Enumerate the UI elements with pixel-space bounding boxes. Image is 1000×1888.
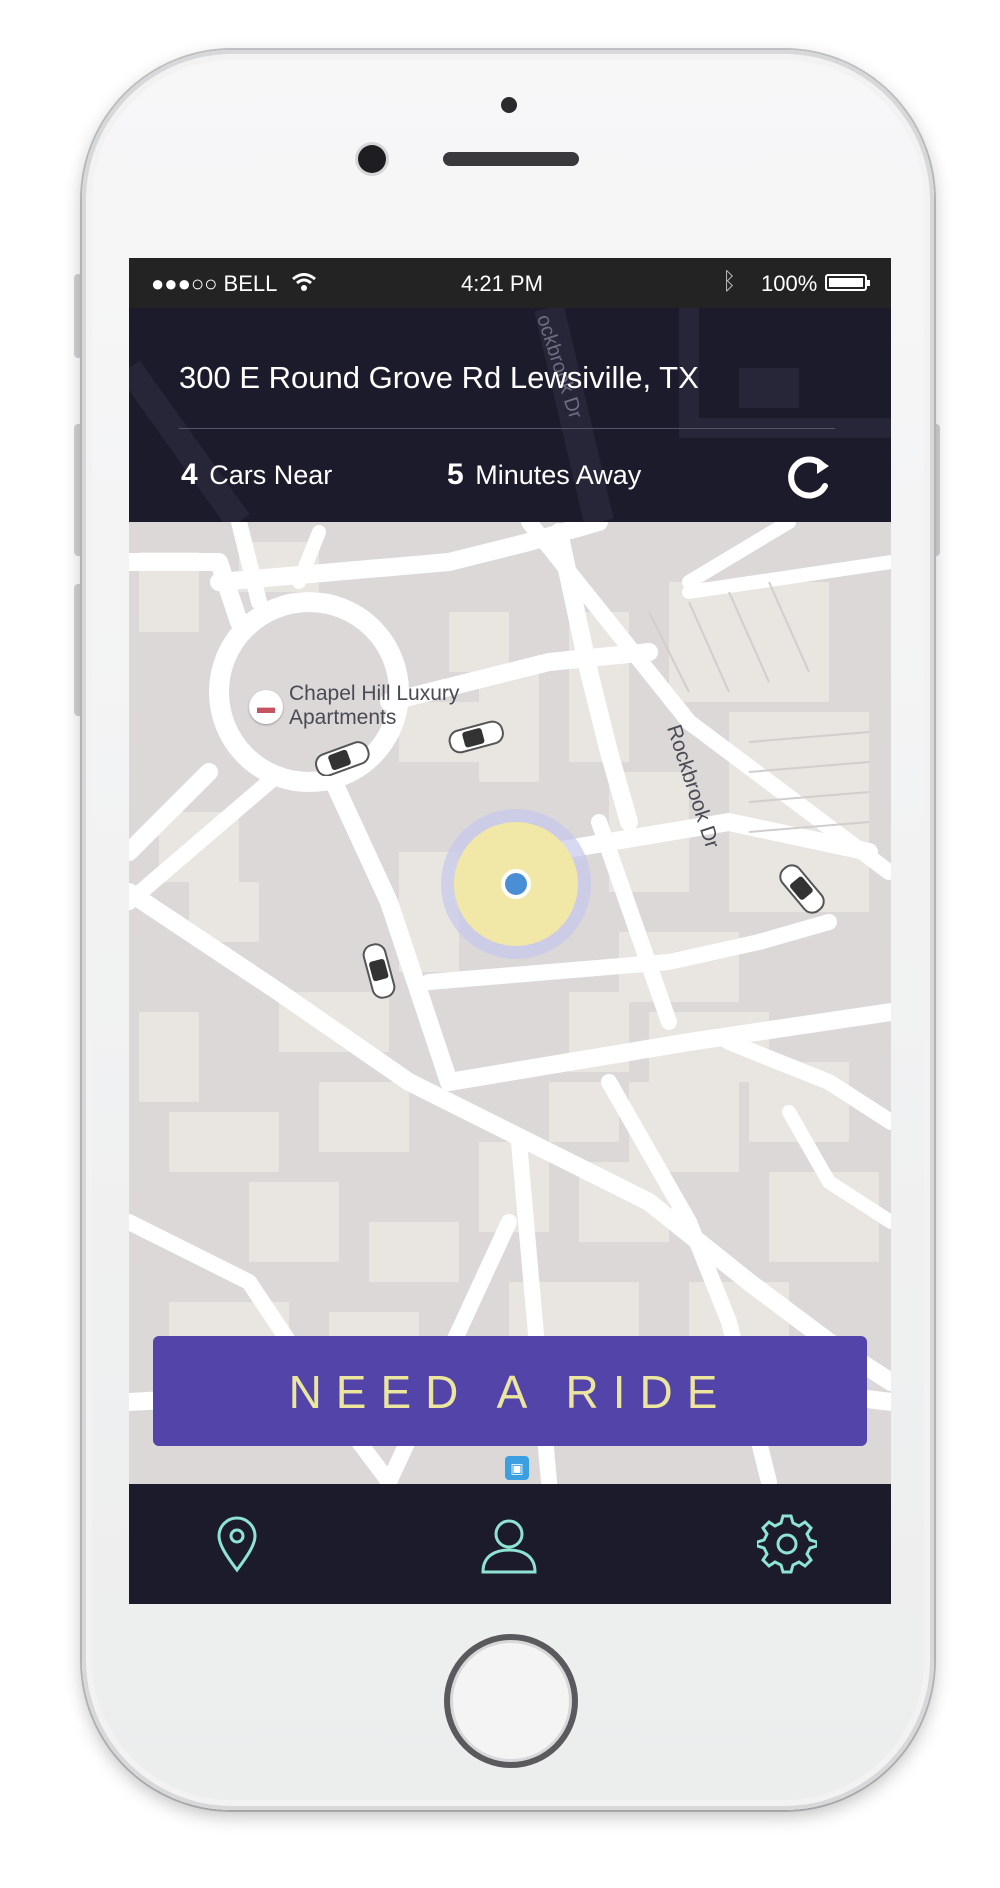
minutes-count: 5	[447, 458, 464, 491]
car-icon[interactable]	[359, 940, 399, 1002]
eta-stat: 5 Minutes Away	[447, 458, 641, 492]
wifi-icon	[292, 273, 316, 291]
user-icon[interactable]	[479, 1514, 539, 1574]
bus-stop-icon[interactable]: ▣	[505, 1456, 529, 1480]
user-location-dot	[505, 873, 527, 895]
trip-header: ockbrook Dr 300 E Round Grove Rd Lewsivi…	[129, 308, 891, 522]
clock: 4:21 PM	[461, 271, 543, 296]
poi-label[interactable]: Chapel Hill Luxury Apartments	[289, 682, 459, 730]
cars-label: Cars Near	[209, 460, 333, 490]
need-a-ride-button[interactable]: NEED A RIDE	[153, 1336, 867, 1446]
status-bar: ●●●○○ BELL 4:21 PM ᛒ 100%	[129, 258, 891, 308]
bluetooth-icon: ᛒ	[722, 268, 737, 295]
app-screen: ●●●○○ BELL 4:21 PM ᛒ 100% ockbrook Dr 30…	[129, 258, 891, 1604]
carrier-signal: ●●●○○ BELL	[151, 271, 278, 296]
battery-percentage: 100%	[761, 271, 818, 296]
front-camera	[358, 145, 386, 173]
location-pin-icon[interactable]	[207, 1514, 267, 1574]
car-icon[interactable]	[777, 858, 827, 920]
hotel-icon[interactable]: ▬	[249, 690, 283, 724]
cars-near-stat: 4 Cars Near	[181, 458, 332, 492]
cars-count: 4	[181, 458, 198, 491]
header-divider	[179, 428, 835, 429]
gear-icon[interactable]	[757, 1514, 817, 1574]
minutes-label: Minutes Away	[475, 460, 642, 490]
car-icon[interactable]	[445, 718, 507, 754]
poi-name-line1: Chapel Hill Luxury	[289, 682, 460, 705]
car-icon[interactable]	[311, 740, 373, 776]
home-button[interactable]	[444, 1634, 578, 1768]
earpiece-speaker	[443, 152, 579, 166]
bottom-tab-bar	[129, 1484, 891, 1604]
battery-icon	[825, 274, 870, 291]
pickup-address[interactable]: 300 E Round Grove Rd Lewsiville, TX	[179, 360, 699, 396]
proximity-sensor	[501, 97, 517, 113]
refresh-icon[interactable]	[781, 454, 837, 504]
poi-name-line2: Apartments	[289, 706, 397, 729]
